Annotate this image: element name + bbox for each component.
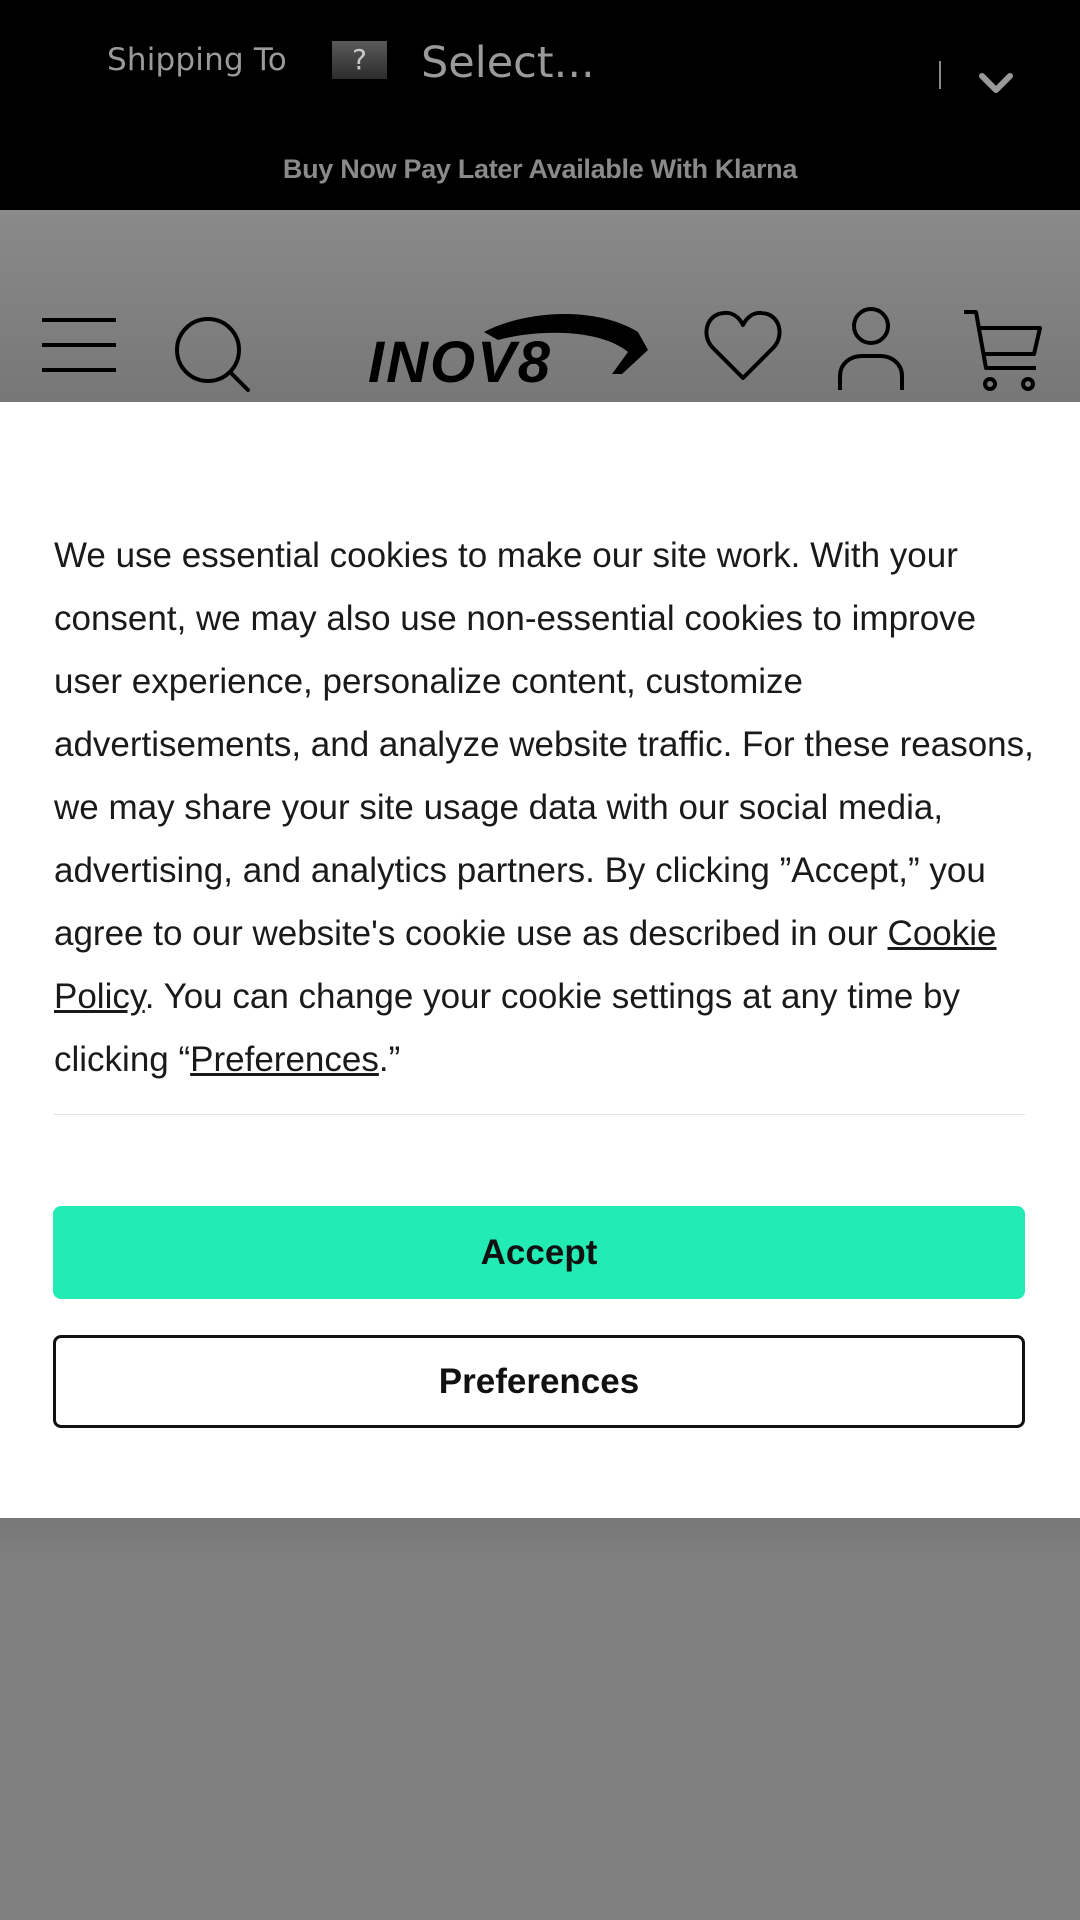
shipping-bar: Shipping To ? Select... Buy Now Pay Late…: [0, 0, 1080, 210]
klarna-promo-banner[interactable]: Buy Now Pay Later Available With Klarna: [0, 154, 1080, 185]
accept-button[interactable]: Accept: [53, 1206, 1025, 1299]
cart-icon[interactable]: [962, 308, 1042, 394]
consent-text-part3: .”: [378, 1040, 401, 1079]
country-select[interactable]: Select...: [421, 38, 595, 88]
preferences-link[interactable]: Preferences: [190, 1040, 379, 1079]
chevron-down-icon[interactable]: [978, 70, 1014, 98]
cookie-consent-dialog: We use essential cookies to make our sit…: [0, 402, 1080, 1518]
site-header: INOV8: [0, 210, 1080, 402]
menu-icon[interactable]: [40, 316, 118, 374]
account-icon[interactable]: [836, 306, 906, 392]
svg-text:INOV8: INOV8: [368, 330, 552, 386]
search-icon[interactable]: [172, 314, 252, 394]
page-overlay: [0, 1518, 1080, 1920]
consent-text-part1: We use essential cookies to make our sit…: [54, 536, 1034, 953]
divider: [54, 1114, 1025, 1115]
preferences-button[interactable]: Preferences: [53, 1335, 1025, 1428]
select-separator: [939, 61, 941, 89]
shipping-to-label: Shipping To: [107, 42, 287, 78]
page: Shipping To ? Select... Buy Now Pay Late…: [0, 0, 1080, 1920]
wishlist-heart-icon[interactable]: [704, 310, 782, 382]
cookie-consent-text: We use essential cookies to make our sit…: [54, 524, 1044, 1091]
country-flag-icon[interactable]: ?: [332, 41, 387, 79]
inov8-logo[interactable]: INOV8: [366, 312, 650, 386]
